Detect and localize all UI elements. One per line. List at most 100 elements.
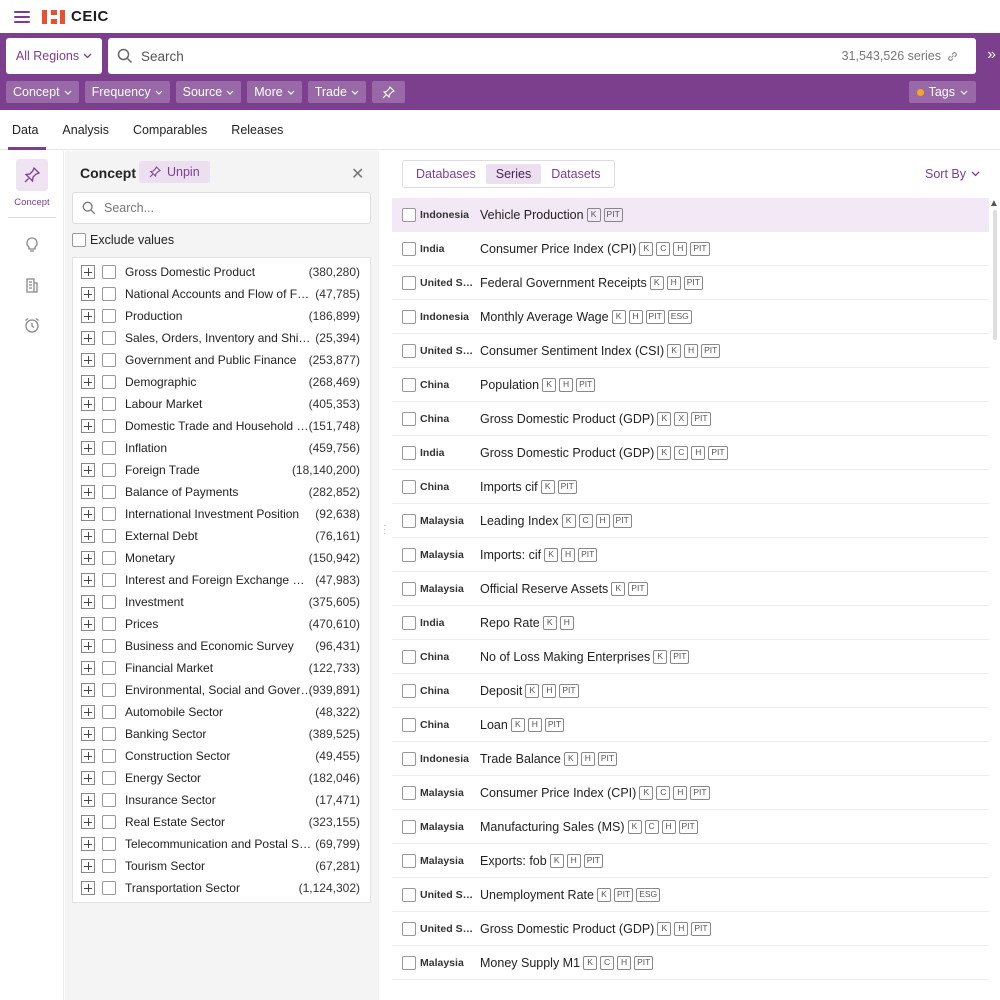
series-checkbox[interactable] [402,309,416,324]
series-checkbox[interactable] [402,853,416,868]
close-icon[interactable]: ✕ [351,164,364,184]
series-checkbox[interactable] [402,581,416,596]
concept-item[interactable]: Insurance Sector (17,471) [73,789,370,811]
series-row[interactable]: China Imports cif K PIT [392,470,989,504]
concept-checkbox[interactable] [102,727,116,741]
concept-item[interactable]: Investment (375,605) [73,591,370,613]
rail-reports-button[interactable] [16,269,48,301]
expand-plus-icon[interactable] [81,771,95,785]
series-row[interactable]: Malaysia Manufacturing Sales (MS) K C H PIT [392,810,989,844]
concept-item[interactable]: National Accounts and Flow of Funds (47,7… [73,283,370,305]
series-name[interactable]: Exports: fob [480,854,547,868]
series-name[interactable]: Leading Index [480,514,559,528]
concept-checkbox[interactable] [102,573,116,587]
concept-checkbox[interactable] [102,859,116,873]
filter-trade[interactable]: Trade [307,81,366,103]
expand-plus-icon[interactable] [81,595,95,609]
concept-checkbox[interactable] [102,419,116,433]
region-selector[interactable]: All Regions [6,38,102,74]
expand-plus-icon[interactable] [81,749,95,763]
expand-plus-icon[interactable] [81,485,95,499]
concept-item[interactable]: Telecommunication and Postal Sector (69,7… [73,833,370,855]
series-name[interactable]: No of Loss Making Enterprises [480,650,650,664]
concept-item[interactable]: External Debt (76,161) [73,525,370,547]
concept-item[interactable]: Energy Sector (182,046) [73,767,370,789]
concept-item[interactable]: Automobile Sector (48,322) [73,701,370,723]
rail-concept-button[interactable] [16,159,48,191]
series-name[interactable]: Official Reserve Assets [480,582,608,596]
concept-checkbox[interactable] [102,793,116,807]
expand-plus-icon[interactable] [81,617,95,631]
concept-checkbox[interactable] [102,705,116,719]
concept-checkbox[interactable] [102,771,116,785]
expand-plus-icon[interactable] [81,331,95,345]
concept-item[interactable]: Prices (470,610) [73,613,370,635]
series-checkbox[interactable] [402,615,416,630]
concept-checkbox[interactable] [102,815,116,829]
expand-plus-icon[interactable] [81,397,95,411]
concept-item[interactable]: Banking Sector (389,525) [73,723,370,745]
series-name[interactable]: Loan [480,718,508,732]
expand-plus-icon[interactable] [81,287,95,301]
series-row[interactable]: United States Federal Government Receipts… [392,266,989,300]
series-name[interactable]: Vehicle Production [480,208,584,222]
scrollbar[interactable] [993,210,997,340]
series-row[interactable]: China Gross Domestic Product (GDP) K X PIT [392,402,989,436]
series-name[interactable]: Money Supply M1 [480,956,580,970]
concept-item[interactable]: Inflation (459,756) [73,437,370,459]
concept-item[interactable]: International Investment Position (92,638… [73,503,370,525]
concept-checkbox[interactable] [102,331,116,345]
concept-checkbox[interactable] [102,375,116,389]
expand-plus-icon[interactable] [81,705,95,719]
pin-filter-button[interactable] [371,81,405,103]
rail-insights-button[interactable] [16,229,48,261]
series-name[interactable]: Consumer Sentiment Index (CSI) [480,344,664,358]
filter-concept[interactable]: Concept [6,81,79,103]
series-row[interactable]: United States Unemployment RateKPITESG [392,878,989,912]
expand-plus-icon[interactable] [81,661,95,675]
concept-item[interactable]: Labour Market (405,353) [73,393,370,415]
concept-checkbox[interactable] [102,639,116,653]
concept-checkbox[interactable] [102,837,116,851]
concept-item[interactable]: Transportation Sector (1,124,302) [73,877,370,899]
series-checkbox[interactable] [402,479,416,494]
series-name[interactable]: Federal Government Receipts [480,276,647,290]
filter-source[interactable]: Source [175,81,242,103]
concept-item[interactable]: Balance of Payments (282,852) [73,481,370,503]
series-name[interactable]: Trade Balance [480,752,561,766]
series-row[interactable]: Malaysia Imports: cif K H PIT [392,538,989,572]
series-row[interactable]: China No of Loss Making Enterprises K PIT [392,640,989,674]
panel-resize-handle[interactable]: · · · [383,521,386,539]
expand-plus-icon[interactable] [81,507,95,521]
concept-checkbox[interactable] [102,881,116,895]
concept-checkbox[interactable] [102,661,116,675]
series-row[interactable]: Indonesia Trade Balance K H PIT [392,742,989,776]
series-name[interactable]: Monthly Average Wage [480,310,609,324]
expand-plus-icon[interactable] [81,815,95,829]
concept-item[interactable]: Demographic (268,469) [73,371,370,393]
concept-item[interactable]: Foreign Trade (18,140,200) [73,459,370,481]
concept-checkbox[interactable] [102,287,116,301]
expand-plus-icon[interactable] [81,859,95,873]
expand-plus-icon[interactable] [81,265,95,279]
sort-by-button[interactable]: Sort By [925,167,980,181]
expand-plus-icon[interactable] [81,683,95,697]
series-row[interactable]: Malaysia Leading Index K C H PIT [392,504,989,538]
series-checkbox[interactable] [402,207,416,222]
series-name[interactable]: Gross Domestic Product (GDP) [480,412,654,426]
series-row[interactable]: Indonesia Monthly Average Wage K H PIT ESG [392,300,989,334]
series-checkbox[interactable] [402,241,416,256]
tab-analysis[interactable]: Analysis [50,110,121,150]
series-name[interactable]: Repo Rate [480,616,540,630]
expand-plus-icon[interactable] [81,573,95,587]
concept-checkbox[interactable] [102,397,116,411]
concept-item[interactable]: Monetary (150,942) [73,547,370,569]
expand-plus-icon[interactable] [81,529,95,543]
expand-plus-icon[interactable] [81,441,95,455]
exclude-values-checkbox[interactable] [72,233,86,247]
concept-item[interactable]: Gross Domestic Product (380,280) [73,261,370,283]
concept-item[interactable]: Interest and Foreign Exchange Rate (47,98… [73,569,370,591]
link-icon[interactable] [947,51,958,62]
concept-item[interactable]: Environmental, Social and Governance (939… [73,679,370,701]
series-row[interactable]: India Consumer Price Index (CPI) K C H PIT [392,232,989,266]
